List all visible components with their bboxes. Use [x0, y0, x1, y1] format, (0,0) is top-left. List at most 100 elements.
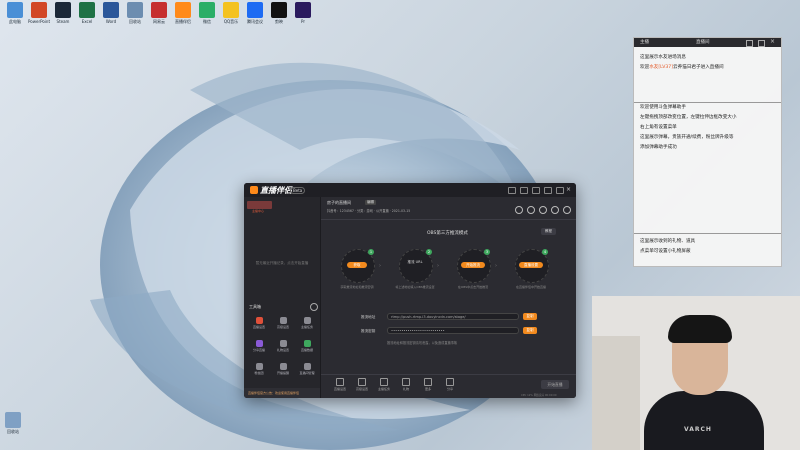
- app-icon: [247, 2, 263, 18]
- person-body: [644, 391, 764, 450]
- advanced-settings-icon: [279, 317, 287, 324]
- step-badge: 4: [542, 249, 548, 255]
- chat-message: 这里展示弹幕，贵族开通/续费，粉丝牌升级等: [640, 135, 734, 140]
- desktop-icon-label: 回收站: [7, 429, 19, 434]
- share-icon: [446, 378, 454, 386]
- tool-label: 主播任务: [300, 325, 313, 329]
- notice-bar[interactable]: 直播伴侣官方公告：欢迎使用直播伴侣: [244, 388, 320, 398]
- chat-header[interactable]: 主播 直播间 ×: [634, 38, 781, 47]
- app-icon: [151, 2, 167, 18]
- start-live-button[interactable]: 开始直播: [541, 380, 569, 389]
- tool-item[interactable]: 直播数据: [295, 340, 319, 357]
- chat-message: 左键拖拽顶部改变位置，左键拉伸边框改变大小: [640, 115, 737, 120]
- bottom-item[interactable]: 分享: [441, 378, 459, 391]
- copy-url-button[interactable]: 复制: [523, 313, 537, 320]
- desktop-icon[interactable]: QQ音乐: [220, 2, 242, 24]
- desktop-icon[interactable]: 此电脑: [4, 2, 26, 24]
- wallet-icon[interactable]: [515, 206, 523, 214]
- desktop-icon[interactable]: Excel: [76, 2, 98, 24]
- room-manage-icon: [303, 363, 311, 370]
- share-icon[interactable]: [563, 206, 571, 214]
- copy-key-button[interactable]: 复制: [523, 327, 537, 334]
- title-bar[interactable]: 直播伴侣 Beta ×: [244, 183, 576, 197]
- get-key-button[interactable]: 获取: [347, 262, 367, 268]
- data-icon: [303, 340, 311, 347]
- desktop-icon-label: 腾讯会议: [247, 19, 263, 24]
- desktop-icon[interactable]: PowerPoint: [28, 2, 50, 24]
- step-desc: 获取推流地址和推流密钥: [340, 285, 374, 289]
- message-icon[interactable]: [508, 187, 516, 194]
- bottom-item[interactable]: 礼物: [397, 378, 415, 391]
- close-icon[interactable]: ×: [770, 38, 775, 45]
- more-icon: [424, 378, 432, 386]
- webcam-overlay: VARCH: [592, 296, 800, 450]
- desktop-icon[interactable]: 直播伴侣: [172, 2, 194, 24]
- tool-item[interactable]: 粉丝团: [247, 363, 271, 380]
- bottom-item[interactable]: 更多: [419, 378, 437, 391]
- live-companion-window[interactable]: 直播伴侣 Beta × 主播中心 暂无最近开播记录，点击开始直播 工具箱 直播设…: [244, 183, 576, 398]
- gift-icon: [279, 340, 287, 347]
- tool-item[interactable]: 直播间管理: [295, 363, 319, 380]
- tutorial-button[interactable]: 教程: [541, 228, 556, 235]
- user-subtitle[interactable]: 主播中心: [252, 209, 264, 213]
- tool-item[interactable]: 开播提醒: [271, 363, 295, 380]
- settings-icon[interactable]: [758, 40, 765, 47]
- bottom-item[interactable]: 高级设置: [353, 378, 371, 391]
- bottom-toolbar: 直播设置 高级设置 主播任务 礼物 更多 分享 开始直播 CPU 12% 网络良…: [321, 374, 576, 398]
- desktop-icon[interactable]: Word: [100, 2, 122, 24]
- maximize-icon[interactable]: [556, 187, 564, 194]
- desktop-icon[interactable]: 剪映: [268, 2, 290, 24]
- desktop-icon[interactable]: 网易云: [148, 2, 170, 24]
- danmaku-assistant-window[interactable]: 主播 直播间 × 这里展示水友进场消息 欢迎水友[LV37]云养猫日君子进入直播…: [633, 37, 782, 267]
- step-text: 推流 URL: [407, 260, 423, 264]
- desktop-icon[interactable]: 腾讯会议: [244, 2, 266, 24]
- status-bar: CPU 12% 网络良好 00:00:00: [521, 394, 557, 397]
- settings-icon[interactable]: [520, 187, 528, 194]
- notification-icon[interactable]: [551, 206, 559, 214]
- bottom-item[interactable]: 主播任务: [375, 378, 393, 391]
- push-url-label: 推流地址: [361, 315, 376, 319]
- step-badge: 1: [368, 249, 374, 255]
- person-hair: [668, 315, 732, 343]
- live-settings-button[interactable]: 直播设置: [519, 262, 543, 268]
- tool-label: 分享直播: [252, 348, 265, 352]
- start-push-button[interactable]: 开始推流: [461, 262, 485, 268]
- tool-item[interactable]: 分享直播: [247, 340, 271, 357]
- app-badge: Beta: [290, 187, 306, 194]
- gift-icon[interactable]: [539, 206, 547, 214]
- desktop-icon-recycle-bin[interactable]: 回收站: [2, 412, 24, 434]
- lock-icon[interactable]: [746, 40, 753, 47]
- fan-club-icon: [255, 363, 263, 370]
- close-icon[interactable]: ×: [566, 187, 572, 193]
- shirt-text: VARCH: [684, 426, 712, 433]
- tool-item[interactable]: 直播设置: [247, 317, 271, 334]
- chat-header-left: 主播: [640, 40, 649, 45]
- tool-label: 直播设置: [252, 325, 265, 329]
- minimize-icon[interactable]: [544, 187, 552, 194]
- app-icon: [271, 2, 287, 18]
- toolbox-title: 工具箱: [249, 304, 261, 309]
- chat-message: 右上角有设置菜单: [640, 125, 677, 130]
- desktop-icon[interactable]: 微信: [196, 2, 218, 24]
- fans-icon[interactable]: [527, 206, 535, 214]
- bottom-item[interactable]: 直播设置: [331, 378, 349, 391]
- push-url-field[interactable]: rtmp://push-rtmp-l3.douyincdn.com/stage/: [387, 313, 519, 320]
- tool-item[interactable]: 主播任务: [295, 317, 319, 334]
- desktop-icon[interactable]: Pr: [292, 2, 314, 24]
- tool-item[interactable]: 高级设置: [271, 317, 295, 334]
- desktop-icon[interactable]: Steam: [52, 2, 74, 24]
- bottom-label: 分享: [446, 387, 453, 391]
- chat-message: 欢迎使用斗鱼弹幕助手: [640, 105, 686, 110]
- bottom-label: 主播任务: [377, 387, 390, 391]
- avatar[interactable]: [247, 201, 272, 209]
- welcome-suffix: 云养猫日君子进入直播间: [673, 65, 724, 70]
- background-shelf: [592, 336, 640, 450]
- tool-item[interactable]: 礼物设置: [271, 340, 295, 357]
- edit-button[interactable]: 编辑: [365, 200, 376, 205]
- live-settings-icon: [336, 378, 344, 386]
- logo-mark-icon: [250, 186, 258, 194]
- menu-icon[interactable]: [532, 187, 540, 194]
- toolbox-settings-icon[interactable]: [310, 303, 318, 311]
- push-key-field[interactable]: ••••••••••••••••••••••••••: [387, 327, 519, 334]
- desktop-icon[interactable]: 回收站: [124, 2, 146, 24]
